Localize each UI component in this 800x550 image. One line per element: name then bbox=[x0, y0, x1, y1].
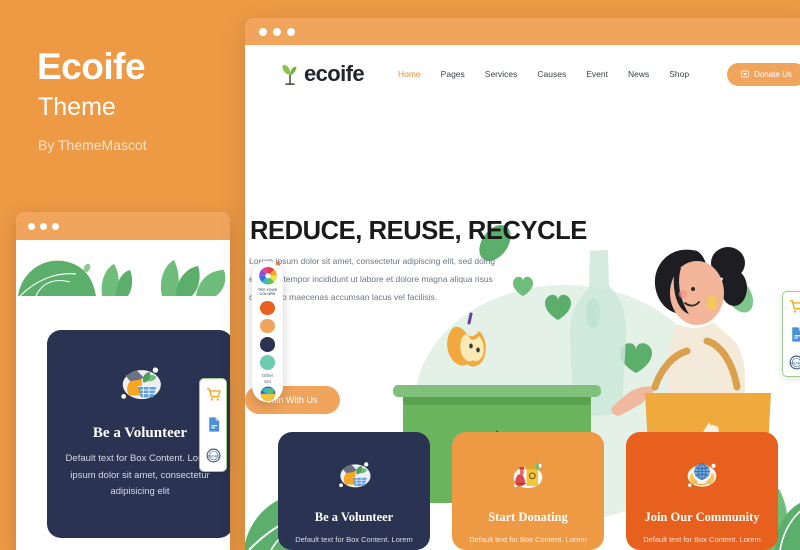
window-dot-minimize[interactable] bbox=[40, 222, 47, 230]
window-dot-close[interactable] bbox=[28, 222, 35, 230]
browser-titlebar bbox=[245, 18, 800, 45]
feature-card-title: Start Donating bbox=[488, 510, 568, 524]
nav-link-home[interactable]: Home bbox=[398, 69, 421, 79]
multi-color-icon[interactable] bbox=[260, 386, 276, 402]
mini-preview-titlebar bbox=[16, 212, 230, 240]
color-swatch-1[interactable] bbox=[260, 300, 275, 316]
mini-preview-window: Be a Volunteer Default text for Box Cont… bbox=[16, 212, 230, 550]
nav-link-news[interactable]: News bbox=[628, 69, 649, 79]
other-set-label: Other Set bbox=[261, 372, 274, 384]
promo-subtitle: Theme bbox=[38, 93, 116, 121]
nav-links: Home Pages Services Causes Event News Sh… bbox=[398, 69, 689, 79]
window-dot-maximize[interactable] bbox=[287, 27, 295, 36]
feature-card-start-donating[interactable]: Start Donating Default text for Box Cont… bbox=[452, 432, 604, 550]
window-dot-close[interactable] bbox=[259, 27, 267, 36]
nav-link-shop[interactable]: Shop bbox=[669, 69, 689, 79]
mini-preview-body: Be a Volunteer Default text for Box Cont… bbox=[16, 240, 230, 550]
feature-card-join-our-community[interactable]: Join Our Community Default text for Box … bbox=[626, 432, 778, 550]
document-icon[interactable] bbox=[205, 416, 222, 433]
side-sticky-widget-mini[interactable]: DEMO bbox=[199, 378, 227, 472]
sprout-icon bbox=[282, 64, 297, 85]
feature-card-text: Default text for Box Content. Lorem ipsu… bbox=[295, 534, 413, 550]
color-wheel-icon[interactable] bbox=[258, 266, 278, 286]
leaf-decoration-icon bbox=[18, 260, 226, 297]
window-dot-maximize[interactable] bbox=[52, 222, 59, 230]
svg-text:DEMO: DEMO bbox=[207, 453, 219, 458]
feature-card-title: Join Our Community bbox=[644, 510, 760, 524]
badge-icon[interactable]: DEMO bbox=[205, 447, 222, 464]
color-swatch-4[interactable] bbox=[260, 355, 275, 370]
site-logo[interactable]: ecoife bbox=[279, 61, 365, 87]
svg-text:DEMO: DEMO bbox=[790, 360, 800, 365]
hero-section: REDUCE, REUSE, RECYCLE Lorem ipsum dolor… bbox=[245, 103, 800, 550]
document-icon[interactable] bbox=[788, 326, 800, 343]
volunteer-recycle-icon bbox=[339, 462, 371, 488]
promo-byline: By ThemeMascot bbox=[38, 137, 147, 153]
donate-us-label: Donate Us bbox=[754, 69, 792, 79]
feature-card-text: Default text for Box Content. Lorem ipsu… bbox=[643, 534, 761, 550]
feature-card-text: Default text for Box Content. Lorem ipsu… bbox=[469, 534, 587, 550]
close-icon[interactable]: ✕ bbox=[275, 261, 281, 268]
feature-cards-row: Be a Volunteer Default text for Box Cont… bbox=[278, 432, 778, 550]
color-swatch-3[interactable] bbox=[260, 336, 275, 352]
nav-link-services[interactable]: Services bbox=[485, 69, 518, 79]
nav-link-event[interactable]: Event bbox=[586, 69, 608, 79]
logo-text: ecoife bbox=[304, 61, 365, 86]
color-swatch-2[interactable] bbox=[260, 318, 275, 334]
side-sticky-widget-main[interactable]: DEMO bbox=[782, 291, 800, 377]
color-widget-label: TRY YOUR COLORS bbox=[257, 287, 278, 297]
badge-icon[interactable]: DEMO bbox=[788, 354, 800, 371]
donate-us-button[interactable]: Donate Us bbox=[727, 62, 800, 86]
promo-title: Ecoife bbox=[37, 46, 146, 87]
globe-hands-icon bbox=[687, 463, 717, 487]
main-browser-window: ecoife Home Pages Services Causes Event … bbox=[245, 18, 800, 550]
mini-card-text: Default text for Box Content. Lorem ipsu… bbox=[65, 453, 215, 498]
volunteer-recycle-icon bbox=[121, 367, 161, 400]
nav-link-pages[interactable]: Pages bbox=[441, 69, 465, 79]
cart-icon[interactable] bbox=[205, 386, 222, 403]
feature-card-be-a-volunteer[interactable]: Be a Volunteer Default text for Box Cont… bbox=[278, 432, 430, 550]
hero-title: REDUCE, REUSE, RECYCLE bbox=[250, 217, 587, 245]
cart-icon[interactable] bbox=[788, 298, 800, 315]
color-picker-widget[interactable]: ✕ TRY YOUR COLORS Other Set bbox=[252, 261, 283, 402]
window-dot-minimize[interactable] bbox=[273, 27, 281, 36]
site-navbar: ecoife Home Pages Services Causes Event … bbox=[245, 45, 800, 103]
heart-hand-icon bbox=[741, 70, 749, 78]
feature-card-title: Be a Volunteer bbox=[314, 510, 394, 524]
nav-link-causes[interactable]: Causes bbox=[537, 69, 566, 79]
donation-bins-icon bbox=[513, 462, 543, 489]
hero-paragraph: Lorem ipsum dolor sit amet, consectetur … bbox=[249, 256, 496, 302]
